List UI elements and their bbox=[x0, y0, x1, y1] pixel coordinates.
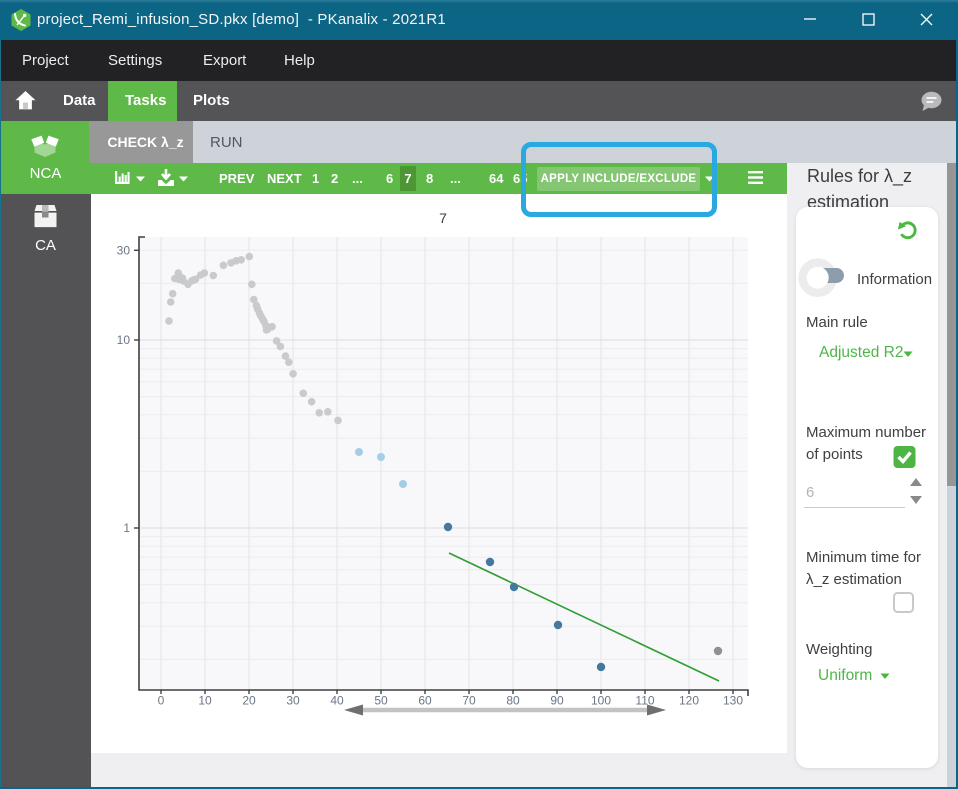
svg-text:70: 70 bbox=[462, 694, 476, 708]
svg-text:20: 20 bbox=[242, 694, 256, 708]
svg-text:0: 0 bbox=[158, 694, 165, 708]
svg-text:50: 50 bbox=[374, 694, 388, 708]
svg-text:90: 90 bbox=[550, 694, 564, 708]
svg-text:100: 100 bbox=[591, 694, 611, 708]
svg-text:10: 10 bbox=[117, 333, 131, 347]
svg-text:10: 10 bbox=[198, 694, 212, 708]
svg-text:130: 130 bbox=[723, 694, 743, 708]
svg-text:110: 110 bbox=[635, 694, 654, 708]
svg-text:60: 60 bbox=[418, 694, 432, 708]
svg-text:30: 30 bbox=[286, 694, 300, 708]
svg-text:1: 1 bbox=[123, 521, 130, 535]
svg-text:7: 7 bbox=[439, 210, 447, 226]
svg-text:80: 80 bbox=[506, 694, 520, 708]
svg-text:30: 30 bbox=[117, 244, 131, 258]
svg-text:120: 120 bbox=[679, 694, 699, 708]
svg-text:40: 40 bbox=[330, 694, 344, 708]
